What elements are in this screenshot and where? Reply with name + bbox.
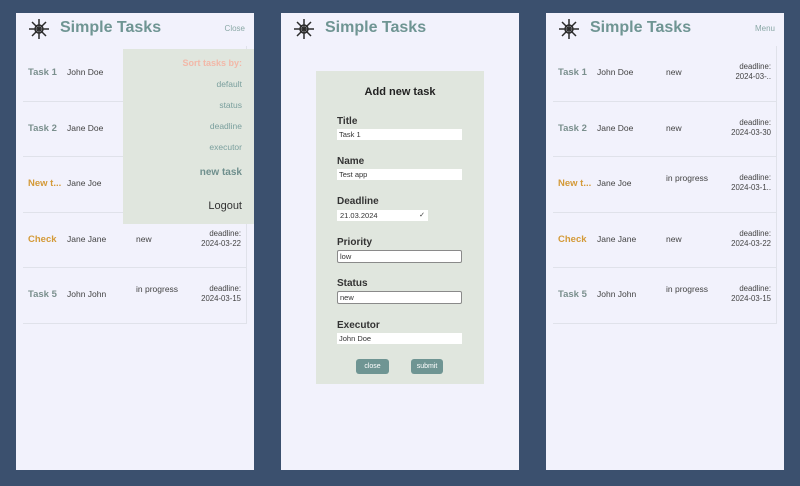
task-title: Task 2 — [28, 122, 57, 134]
task-status: new — [666, 67, 682, 77]
deadline-label: deadline: — [739, 228, 771, 238]
task-status: new — [666, 122, 682, 133]
screen-task-list: Simple Tasks Menu Task 1 John Doe new de… — [546, 13, 784, 470]
sort-option-status[interactable]: status — [219, 100, 242, 110]
task-deadline: deadline: 2024-03-15 — [731, 284, 771, 304]
close-menu-button[interactable]: Close — [225, 24, 245, 33]
snowflake-logo-icon — [29, 19, 49, 39]
app-title: Simple Tasks — [60, 19, 162, 36]
task-name: John Doe — [597, 67, 634, 77]
deadline-label: deadline: — [739, 284, 771, 293]
task-title: Task 1 — [558, 67, 587, 78]
task-row[interactable]: New t... Jane Joe in progress deadline: 2… — [553, 157, 777, 213]
task-deadline: deadline: 2024-03-22 — [201, 229, 241, 249]
task-deadline: deadline: 2024-03-15 — [201, 284, 241, 304]
deadline-value: 2024-03-30 — [731, 127, 771, 137]
app-title: Simple Tasks — [325, 19, 427, 36]
status-input[interactable]: new — [337, 291, 462, 304]
task-title: Check — [558, 233, 587, 245]
task-name: John John — [597, 289, 637, 299]
deadline-value: 2024-03-15 — [201, 294, 241, 303]
snowflake-logo-icon — [559, 19, 579, 39]
sort-option-deadline[interactable]: deadline — [210, 121, 242, 131]
task-status: in progress — [666, 173, 709, 183]
sort-menu-header: Sort tasks by: — [182, 58, 242, 68]
deadline-label: deadline: — [209, 228, 241, 238]
executor-label: Executor — [337, 320, 380, 331]
task-name: John Doe — [67, 67, 104, 77]
task-deadline: deadline: 2024-03-22 — [731, 229, 771, 249]
new-task-link[interactable]: new task — [200, 167, 242, 178]
deadline-label: deadline: — [739, 173, 771, 182]
priority-label: Priority — [337, 237, 373, 248]
app-header: Simple Tasks — [281, 13, 519, 47]
task-title: New t... — [558, 178, 592, 189]
task-status: in progress — [136, 284, 179, 294]
deadline-date-input[interactable]: 21.03.2024 ✓ — [337, 210, 428, 221]
status-label: Status — [337, 278, 368, 289]
deadline-value: 2024-03-22 — [201, 238, 241, 248]
deadline-value: 2024-03-1.. — [731, 183, 771, 192]
task-title: Task 5 — [28, 289, 57, 300]
calendar-icon[interactable]: ✓ — [419, 210, 425, 221]
logout-link[interactable]: Logout — [208, 200, 242, 212]
task-title: New t... — [28, 178, 62, 189]
modal-title: Add new task — [364, 86, 436, 98]
task-name: Jane Joe — [67, 178, 102, 188]
title-input[interactable]: Task 1 — [337, 129, 462, 140]
task-title: Task 1 — [28, 67, 57, 78]
task-title: Task 5 — [558, 289, 587, 300]
name-label: Name — [337, 156, 365, 167]
task-deadline: deadline: 2024-03-1.. — [731, 173, 771, 193]
task-title: Check — [28, 233, 57, 245]
task-list: Task 1 John Doe new deadline: 2024-03-.. … — [553, 46, 777, 324]
deadline-value: 2024-03-15 — [731, 294, 771, 303]
snowflake-logo-icon — [294, 19, 314, 39]
task-status: new — [666, 233, 682, 244]
task-name: John John — [67, 289, 107, 299]
deadline-value: 2024-03-.. — [735, 72, 771, 81]
task-name: Jane Jane — [67, 233, 107, 244]
deadline-label: deadline: — [209, 284, 241, 293]
app-header: Simple Tasks Close — [16, 13, 254, 47]
task-row[interactable]: Task 1 John Doe new deadline: 2024-03-.. — [553, 46, 777, 102]
app-header: Simple Tasks Menu — [546, 13, 784, 47]
sort-menu: Sort tasks by: default status deadline e… — [123, 49, 254, 224]
task-row[interactable]: Check Jane Jane new deadline: 2024-03-22 — [553, 212, 777, 268]
task-deadline: deadline: 2024-03-30 — [731, 118, 771, 138]
deadline-date-value: 21.03.2024 — [340, 211, 378, 220]
task-deadline: deadline: 2024-03-.. — [735, 62, 771, 82]
task-status: new — [136, 233, 152, 244]
task-row[interactable]: Task 2 Jane Doe new deadline: 2024-03-30 — [553, 101, 777, 157]
menu-button[interactable]: Menu — [755, 24, 775, 33]
screen-add-task: Simple Tasks Add new task Title Task 1 N… — [281, 13, 519, 470]
sort-option-default[interactable]: default — [216, 79, 242, 89]
task-status: in progress — [666, 284, 709, 294]
task-name: Jane Doe — [67, 122, 104, 133]
deadline-label: deadline: — [739, 62, 771, 71]
task-title: Task 2 — [558, 122, 587, 134]
deadline-label: Deadline — [337, 196, 379, 207]
deadline-label: deadline: — [739, 117, 771, 127]
add-task-modal: Add new task Title Task 1 Name Test app … — [316, 71, 484, 384]
title-label: Title — [337, 116, 358, 127]
close-button[interactable]: close — [356, 359, 389, 374]
deadline-value: 2024-03-22 — [731, 238, 771, 248]
submit-button[interactable]: submit — [411, 359, 443, 374]
executor-input[interactable]: John Doe — [337, 333, 462, 344]
screen-with-menu: Simple Tasks Close Task 1 John Doe Task … — [16, 13, 254, 470]
name-input[interactable]: Test app — [337, 169, 462, 180]
sort-option-executor[interactable]: executor — [209, 142, 242, 152]
task-name: Jane Joe — [597, 178, 632, 188]
task-row[interactable]: Task 5 John John in progress deadline: 20… — [553, 268, 777, 324]
task-name: Jane Doe — [597, 122, 634, 133]
app-title: Simple Tasks — [590, 19, 692, 36]
task-name: Jane Jane — [597, 233, 637, 244]
priority-input[interactable]: low — [337, 250, 462, 263]
task-row[interactable]: Task 5 John John in progress deadline: 20… — [23, 268, 247, 324]
